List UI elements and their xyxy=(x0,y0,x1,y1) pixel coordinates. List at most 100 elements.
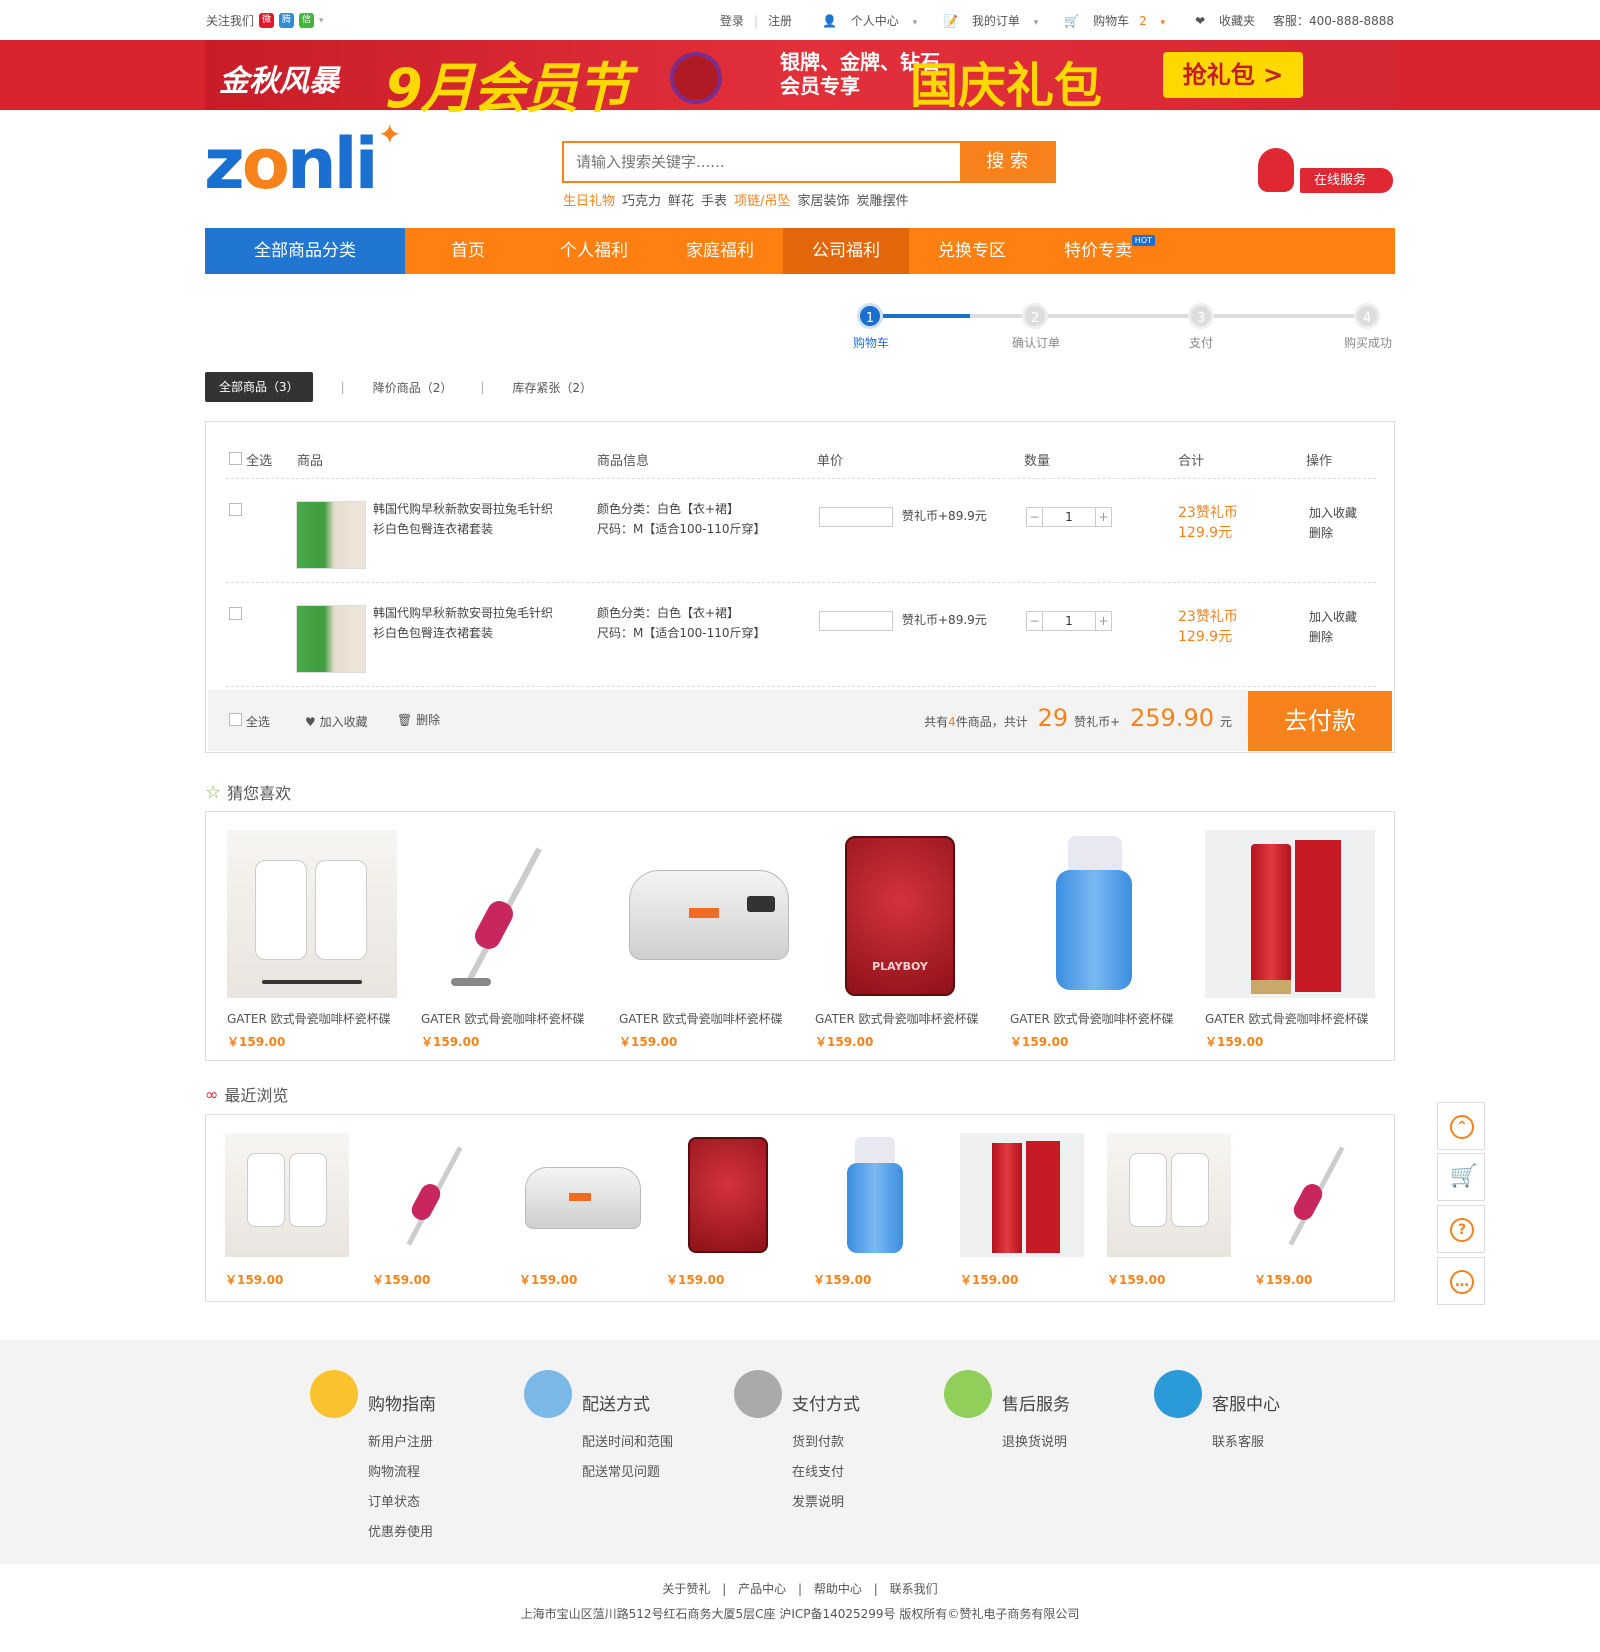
product-card[interactable]: PLAYBOY GATER 欧式骨瓷咖啡杯瓷杯碟 ￥159.00 xyxy=(815,830,985,1050)
recent-card[interactable]: ￥159.00 xyxy=(1107,1133,1231,1288)
cart-link[interactable]: 🛒 购物车 2 ▾ xyxy=(1054,12,1165,29)
tab-low-stock[interactable]: 库存紧张（2） xyxy=(512,379,592,396)
product-image[interactable] xyxy=(666,1133,790,1257)
search-input[interactable] xyxy=(564,143,960,181)
product-image[interactable] xyxy=(960,1133,1084,1257)
add-favorite-link[interactable]: 加入收藏 xyxy=(1309,503,1357,523)
nav-item-family[interactable]: 家庭福利 xyxy=(657,228,783,274)
product-name[interactable]: GATER 欧式骨瓷咖啡杯瓷杯碟 xyxy=(1010,1010,1180,1027)
chevron-down-icon[interactable]: ▾ xyxy=(319,16,324,26)
hot-keyword[interactable]: 项链/吊坠 xyxy=(734,190,790,209)
recent-card[interactable]: ￥159.00 xyxy=(225,1133,349,1288)
my-orders-link[interactable]: 📝 我的订单 ▾ xyxy=(933,12,1038,29)
decrease-button[interactable]: − xyxy=(1026,611,1043,631)
increase-button[interactable]: + xyxy=(1095,507,1112,527)
qq-penguin-icon[interactable] xyxy=(1258,148,1294,192)
nav-item-company[interactable]: 公司福利 xyxy=(783,228,909,274)
promo-banner[interactable]: 金秋风暴 9月会员节 银牌、金牌、钻石 会员专享 国庆礼包 抢礼包 > xyxy=(0,40,1600,120)
grab-gift-button[interactable]: 抢礼包 > xyxy=(1163,52,1303,98)
hot-keyword[interactable]: 炭雕摆件 xyxy=(856,190,908,209)
product-image[interactable] xyxy=(519,1133,643,1257)
online-service-button[interactable]: 在线服务 xyxy=(1300,168,1393,193)
checkout-button[interactable]: 去付款 xyxy=(1248,691,1392,751)
personal-center-link[interactable]: 👤 个人中心 ▾ xyxy=(812,12,917,29)
decrease-button[interactable]: − xyxy=(1026,507,1043,527)
product-card[interactable]: GATER 欧式骨瓷咖啡杯瓷杯碟 ￥159.00 xyxy=(1010,830,1180,1050)
side-chat-button[interactable]: … xyxy=(1437,1257,1485,1305)
product-image[interactable] xyxy=(296,605,366,673)
product-image[interactable] xyxy=(225,1133,349,1257)
product-image[interactable] xyxy=(296,501,366,569)
favorites-link[interactable]: ❤ 收藏夹 xyxy=(1185,12,1255,29)
nav-item-personal[interactable]: 个人福利 xyxy=(531,228,657,274)
product-name[interactable]: GATER 欧式骨瓷咖啡杯瓷杯碟 xyxy=(227,1010,397,1027)
recent-card[interactable]: ￥159.00 xyxy=(372,1133,496,1288)
nav-item-special[interactable]: 特价专卖 HOT xyxy=(1035,228,1161,274)
add-favorite-link[interactable]: 加入收藏 xyxy=(1309,607,1357,627)
search-button[interactable]: 搜 索 xyxy=(960,143,1054,181)
product-name[interactable]: GATER 欧式骨瓷咖啡杯瓷杯碟 xyxy=(815,1010,985,1027)
increase-button[interactable]: + xyxy=(1095,611,1112,631)
recent-card[interactable]: ￥159.00 xyxy=(519,1133,643,1288)
tab-price-drop[interactable]: 降价商品（2） xyxy=(373,379,453,396)
product-name[interactable]: 韩国代购早秋新款安哥拉兔毛针织衫白色包臀连衣裙套装 xyxy=(373,603,553,643)
select-all-header[interactable]: 全选 xyxy=(229,450,272,469)
side-cart-button[interactable]: 🛒 xyxy=(1437,1153,1485,1201)
hot-keyword[interactable]: 生日礼物 xyxy=(563,190,615,209)
price-input[interactable] xyxy=(819,507,893,527)
product-image[interactable] xyxy=(1205,830,1375,998)
recent-card[interactable]: ￥159.00 xyxy=(960,1133,1084,1288)
product-image[interactable] xyxy=(1254,1133,1378,1257)
wechat-icon[interactable]: 信 xyxy=(299,13,315,28)
login-link[interactable]: 登录 xyxy=(720,12,744,29)
recent-card[interactable]: ￥159.00 xyxy=(813,1133,937,1288)
nav-item-exchange[interactable]: 兑换专区 xyxy=(909,228,1035,274)
recent-card[interactable]: ￥159.00 xyxy=(666,1133,790,1288)
product-name[interactable]: 韩国代购早秋新款安哥拉兔毛针织衫白色包臀连衣裙套装 xyxy=(373,499,553,539)
select-all-checkbox[interactable] xyxy=(229,452,242,465)
footer-delete[interactable]: 🗑 删除 xyxy=(397,711,440,728)
all-categories-button[interactable]: 全部商品分类 xyxy=(205,228,405,274)
product-image[interactable] xyxy=(1010,830,1180,998)
product-image[interactable] xyxy=(421,830,591,998)
product-card[interactable]: GATER 欧式骨瓷咖啡杯瓷杯碟 ￥159.00 xyxy=(619,830,789,1050)
product-image[interactable] xyxy=(1107,1133,1231,1257)
quantity-input[interactable]: 1 xyxy=(1043,611,1095,631)
product-name[interactable]: GATER 欧式骨瓷咖啡杯瓷杯碟 xyxy=(619,1010,789,1027)
site-logo[interactable]: zonli xyxy=(204,123,379,205)
hot-keyword[interactable]: 巧克力 xyxy=(622,190,661,209)
product-image[interactable] xyxy=(372,1133,496,1257)
hot-keyword[interactable]: 家居装饰 xyxy=(797,190,849,209)
row-checkbox[interactable] xyxy=(229,503,242,516)
product-card[interactable]: GATER 欧式骨瓷咖啡杯瓷杯碟 ￥159.00 xyxy=(421,830,591,1050)
recent-card[interactable]: ￥159.00 xyxy=(1254,1133,1378,1288)
nav-item-home[interactable]: 首页 xyxy=(405,228,531,274)
product-center-link[interactable]: 产品中心 xyxy=(738,1582,786,1596)
product-name[interactable]: GATER 欧式骨瓷咖啡杯瓷杯碟 xyxy=(421,1010,591,1027)
help-center-link[interactable]: 帮助中心 xyxy=(814,1582,862,1596)
select-all-checkbox[interactable] xyxy=(229,713,242,726)
hot-keyword[interactable]: 鲜花 xyxy=(668,190,694,209)
product-image[interactable] xyxy=(227,830,397,998)
footer-add-favorite[interactable]: ♥ 加入收藏 xyxy=(305,713,368,730)
product-image[interactable]: PLAYBOY xyxy=(815,830,985,998)
contact-link[interactable]: 联系我们 xyxy=(890,1582,938,1596)
product-card[interactable]: GATER 欧式骨瓷咖啡杯瓷杯碟 ￥159.00 xyxy=(1205,830,1375,1050)
product-card[interactable]: GATER 欧式骨瓷咖啡杯瓷杯碟 ￥159.00 xyxy=(227,830,397,1050)
row-checkbox[interactable] xyxy=(229,607,242,620)
price-input[interactable] xyxy=(819,611,893,631)
product-name[interactable]: GATER 欧式骨瓷咖啡杯瓷杯碟 xyxy=(1205,1010,1375,1027)
product-image[interactable] xyxy=(813,1133,937,1257)
delete-link[interactable]: 删除 xyxy=(1309,523,1357,543)
side-help-button[interactable]: ? xyxy=(1437,1205,1485,1253)
register-link[interactable]: 注册 xyxy=(768,12,792,29)
back-to-top-button[interactable]: ⌃ xyxy=(1437,1102,1485,1150)
quantity-input[interactable]: 1 xyxy=(1043,507,1095,527)
product-image[interactable] xyxy=(619,830,789,998)
about-link[interactable]: 关于赞礼 xyxy=(662,1582,710,1596)
delete-link[interactable]: 删除 xyxy=(1309,627,1357,647)
footer-select-all[interactable]: 全选 xyxy=(229,713,270,730)
hot-keyword[interactable]: 手表 xyxy=(701,190,727,209)
weibo-icon[interactable]: 微 xyxy=(259,13,275,28)
tencent-weibo-icon[interactable]: 腾 xyxy=(279,13,295,28)
